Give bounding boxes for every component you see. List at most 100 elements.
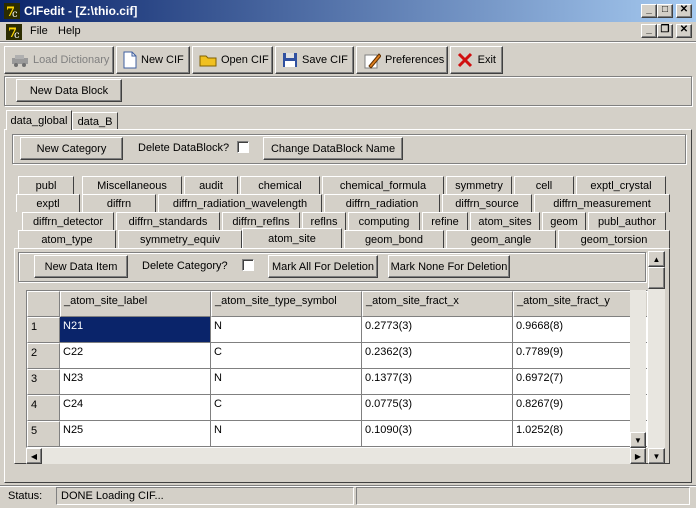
- row-header[interactable]: 2: [27, 343, 60, 369]
- column-header[interactable]: _atom_site_fract_y: [513, 291, 647, 317]
- app-icon: 7c: [4, 3, 20, 19]
- tab-exptl-crystal[interactable]: exptl_crystal: [576, 176, 666, 194]
- close-button[interactable]: ✕: [676, 4, 692, 18]
- tab-atom-site[interactable]: atom_site: [242, 228, 342, 248]
- preferences-button[interactable]: Preferences: [356, 46, 448, 74]
- tab-cell[interactable]: cell: [514, 176, 574, 194]
- mdi-minimize-button[interactable]: _: [641, 24, 657, 38]
- scroll-down-arrow-icon[interactable]: ▼: [648, 448, 665, 464]
- menu-help[interactable]: Help: [58, 25, 81, 37]
- table-cell[interactable]: 0.1090(3): [362, 421, 513, 447]
- menu-file[interactable]: File: [30, 25, 48, 37]
- tab-publ[interactable]: publ: [18, 176, 74, 194]
- mark-none-for-deletion-button[interactable]: Mark None For Deletion: [388, 255, 510, 278]
- pencil-icon: [363, 51, 381, 69]
- tab-geom-bond[interactable]: geom_bond: [344, 230, 444, 248]
- scroll-left-arrow-icon[interactable]: ◀: [26, 448, 42, 464]
- car-icon: [11, 51, 29, 69]
- change-datablock-name-button[interactable]: Change DataBlock Name: [263, 137, 403, 160]
- row-header[interactable]: 4: [27, 395, 60, 421]
- table-cell[interactable]: 0.7789(9): [513, 343, 647, 369]
- column-header[interactable]: _atom_site_fract_x: [362, 291, 513, 317]
- mdi-close-button[interactable]: ✕: [676, 24, 692, 38]
- tab-diffrn-radiation[interactable]: diffrn_radiation: [324, 194, 440, 212]
- tab-publ-author[interactable]: publ_author: [588, 212, 666, 230]
- table-cell[interactable]: 0.0775(3): [362, 395, 513, 421]
- tab-chemical[interactable]: chemical: [240, 176, 320, 194]
- column-header[interactable]: _atom_site_type_symbol: [211, 291, 362, 317]
- panel-vertical-scrollbar[interactable]: ▲ ▼: [648, 251, 665, 464]
- row-header[interactable]: 1: [27, 317, 60, 343]
- table-cell[interactable]: C24: [60, 395, 211, 421]
- tab-geom[interactable]: geom: [542, 212, 586, 230]
- table-cell[interactable]: C: [211, 343, 362, 369]
- tab-data-global[interactable]: data_global: [6, 110, 72, 130]
- table-cell[interactable]: 1.0252(8): [513, 421, 647, 447]
- mark-all-for-deletion-button[interactable]: Mark All For Deletion: [268, 255, 378, 278]
- row-header[interactable]: 5: [27, 421, 60, 447]
- load-dictionary-button[interactable]: Load Dictionary: [4, 46, 114, 74]
- column-header[interactable]: _atom_site_label: [60, 291, 211, 317]
- save-cif-button[interactable]: Save CIF: [275, 46, 354, 74]
- table-cell[interactable]: 0.6972(7): [513, 369, 647, 395]
- table-cell-selected[interactable]: N21: [60, 317, 211, 343]
- new-category-button[interactable]: New Category: [20, 137, 123, 160]
- status-secondary-pane: [356, 487, 690, 505]
- tab-diffrn-measurement[interactable]: diffrn_measurement: [534, 194, 670, 212]
- new-cif-label: New CIF: [141, 54, 184, 66]
- tab-symmetry[interactable]: symmetry: [446, 176, 512, 194]
- exit-button[interactable]: Exit: [450, 46, 503, 74]
- table-vertical-scrollbar[interactable]: ▼: [630, 290, 646, 448]
- table-cell[interactable]: N: [211, 317, 362, 343]
- floppy-disk-icon: [282, 51, 298, 69]
- tab-diffrn-standards[interactable]: diffrn_standards: [116, 212, 220, 230]
- tab-computing[interactable]: computing: [348, 212, 420, 230]
- table-cell[interactable]: 0.8267(9): [513, 395, 647, 421]
- scroll-thumb[interactable]: [648, 267, 665, 289]
- red-x-icon: [457, 51, 474, 69]
- scroll-right-arrow-icon[interactable]: ▶: [630, 448, 646, 464]
- table-cell[interactable]: C: [211, 395, 362, 421]
- tab-diffrn[interactable]: diffrn: [82, 194, 156, 212]
- row-header[interactable]: 3: [27, 369, 60, 395]
- tab-geom-torsion[interactable]: geom_torsion: [558, 230, 670, 248]
- category-tabs-row-1: publ Miscellaneous audit chemical chemic…: [16, 176, 666, 194]
- table-cell[interactable]: N25: [60, 421, 211, 447]
- tab-atom-sites[interactable]: atom_sites: [470, 212, 540, 230]
- table-cell[interactable]: 0.1377(3): [362, 369, 513, 395]
- table-horizontal-scrollbar[interactable]: ◀ ▶: [26, 448, 646, 464]
- mdi-restore-button[interactable]: ❐: [657, 24, 673, 38]
- exit-label: Exit: [477, 54, 496, 66]
- new-cif-button[interactable]: New CIF: [116, 46, 190, 74]
- table-cell[interactable]: 0.2773(3): [362, 317, 513, 343]
- new-data-block-button[interactable]: New Data Block: [16, 79, 122, 102]
- maximize-button[interactable]: □: [657, 4, 673, 18]
- tab-diffrn-radiation-wavelength[interactable]: diffrn_radiation_wavelength: [158, 194, 322, 212]
- table-cell[interactable]: N: [211, 421, 362, 447]
- tab-symmetry-equiv[interactable]: symmetry_equiv: [118, 230, 242, 248]
- table-cell[interactable]: N: [211, 369, 362, 395]
- tab-exptl[interactable]: exptl: [16, 194, 80, 212]
- tab-audit[interactable]: audit: [184, 176, 238, 194]
- new-data-item-button[interactable]: New Data Item: [34, 255, 128, 278]
- tab-geom-angle[interactable]: geom_angle: [446, 230, 556, 248]
- tab-diffrn-detector[interactable]: diffrn_detector: [22, 212, 114, 230]
- table-cell[interactable]: 0.2362(3): [362, 343, 513, 369]
- table-cell[interactable]: 0.9668(8): [513, 317, 647, 343]
- tab-diffrn-source[interactable]: diffrn_source: [442, 194, 532, 212]
- minimize-button[interactable]: _: [641, 4, 657, 18]
- tab-data-b[interactable]: data_B: [72, 112, 118, 130]
- delete-datablock-checkbox[interactable]: [237, 141, 249, 153]
- table-cell[interactable]: C22: [60, 343, 211, 369]
- table-scroll-down-icon[interactable]: ▼: [630, 432, 646, 448]
- window-title: CIFedit - [Z:\thio.cif]: [24, 4, 138, 18]
- tab-chemical-formula[interactable]: chemical_formula: [322, 176, 444, 194]
- open-cif-button[interactable]: Open CIF: [192, 46, 273, 74]
- tab-atom-type[interactable]: atom_type: [18, 230, 116, 248]
- scroll-up-arrow-icon[interactable]: ▲: [648, 251, 665, 267]
- table-cell[interactable]: N23: [60, 369, 211, 395]
- tab-refine[interactable]: refine: [422, 212, 468, 230]
- delete-category-checkbox[interactable]: [242, 259, 254, 271]
- status-label: Status:: [8, 490, 43, 502]
- tab-miscellaneous[interactable]: Miscellaneous: [82, 176, 182, 194]
